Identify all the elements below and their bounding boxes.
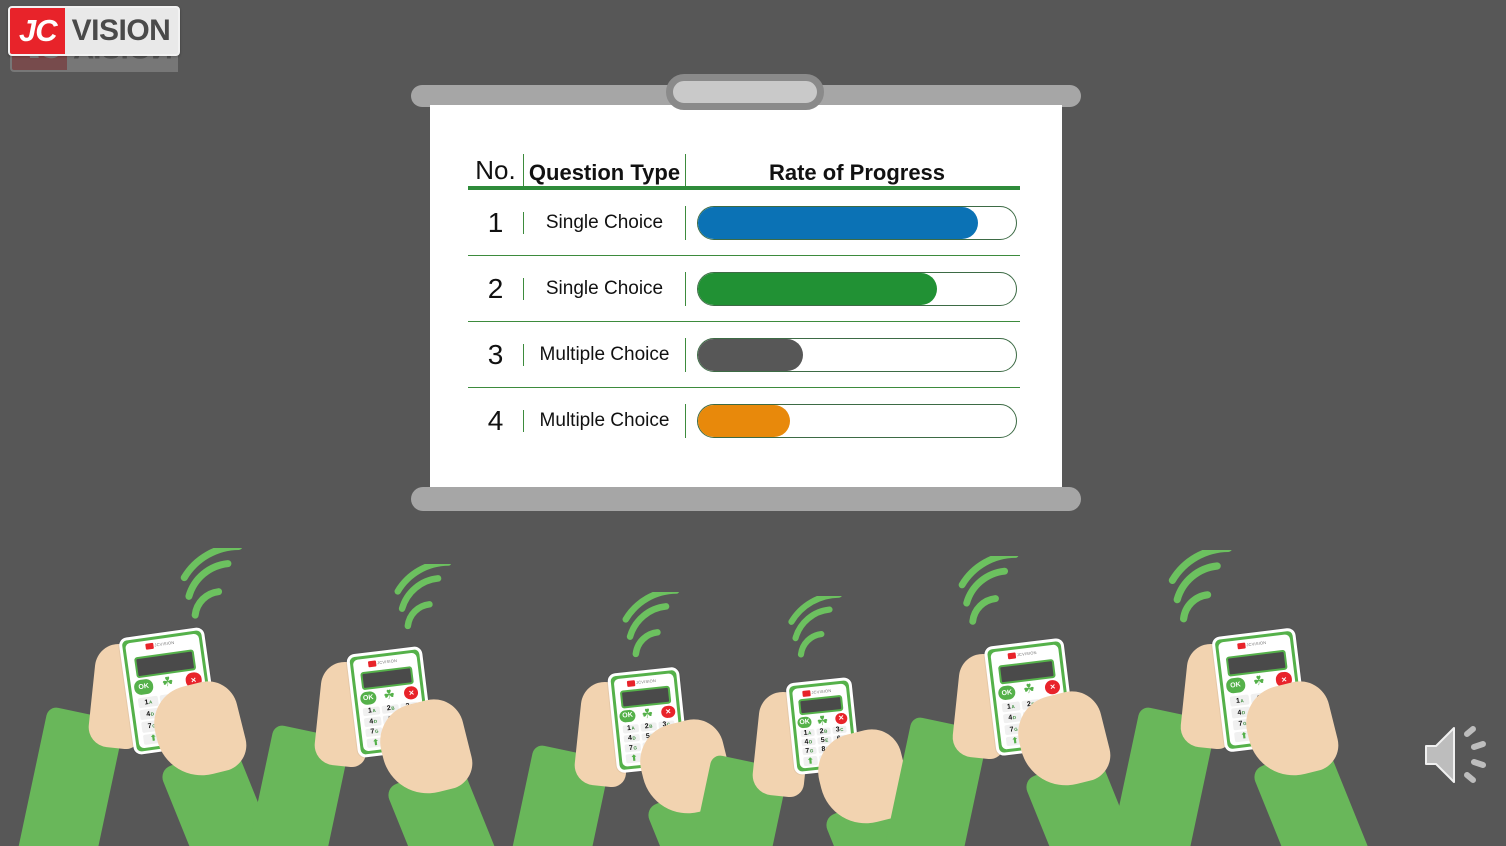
table-row: 2 Single Choice [468, 256, 1020, 321]
leaf-icon: ☘ [640, 705, 654, 722]
device-key[interactable]: 4D [623, 733, 641, 744]
progress-table: No. Question Type Rate of Progress 1 Sin… [468, 150, 1020, 453]
device-cancel-button[interactable]: ✕ [661, 704, 676, 719]
device-brand-logo: JCVISION [1237, 638, 1272, 649]
device-logo-mark [1237, 641, 1246, 649]
logo-wordmark: VISION [71, 14, 171, 47]
progress-bar-track [697, 403, 1017, 438]
row-question-type: Single Choice [545, 277, 664, 299]
device-logo-text: JCVISION [1246, 639, 1267, 648]
device-logo-text: JCVISION [811, 687, 832, 696]
device-ok-button[interactable]: OK [133, 678, 155, 696]
device-key[interactable]: 1A [1229, 694, 1251, 707]
audience-illustration: JCVISIONOK☘✕1A2B3C4D5E6F7G8H9I⬆↵JCVISION… [0, 520, 1506, 846]
logo-reflection: JC VISION [10, 56, 178, 72]
leaf-icon: ☘ [1022, 680, 1036, 697]
device-cancel-button[interactable]: ✕ [403, 685, 420, 701]
device-ok-button[interactable]: OK [997, 685, 1017, 701]
header-question-type: Question Type [528, 160, 681, 185]
device-cancel-button[interactable]: ✕ [834, 712, 848, 725]
progress-bar-fill [698, 272, 937, 305]
row-number: 3 [487, 338, 504, 370]
row-number: 4 [487, 404, 504, 436]
device-logo-text: JCVISION [154, 639, 175, 648]
progress-bar-fill [698, 404, 791, 437]
device-key[interactable]: ⬆ [802, 756, 818, 767]
device-logo-text: JCVISION [635, 677, 657, 686]
progress-bar-fill [698, 338, 803, 371]
device-ok-button[interactable]: OK [619, 708, 637, 723]
signal-waves-icon [956, 556, 1032, 632]
signal-waves-icon [392, 564, 464, 636]
device-key[interactable]: 1A [363, 706, 381, 717]
audio-speaker-icon[interactable] [1420, 718, 1496, 790]
device-logo-mark [367, 659, 377, 667]
progress-bar-track [697, 337, 1017, 372]
logo-reflection-mark: JC [12, 56, 67, 70]
row-number: 2 [487, 272, 504, 304]
device-key[interactable]: 1A [1001, 701, 1021, 713]
logo-reflection-word: VISION [67, 56, 178, 70]
device-logo-mark [1007, 651, 1017, 659]
device-logo-mark [802, 689, 811, 697]
screen-bottom-rail [411, 487, 1081, 511]
device-logo-mark [626, 679, 636, 687]
row-question-type: Multiple Choice [539, 409, 670, 431]
device-key[interactable]: 7G [624, 743, 642, 753]
screen-mount-handle [666, 74, 824, 110]
signal-waves-icon [786, 596, 854, 664]
device-key[interactable]: 1A [800, 729, 815, 738]
leaf-icon: ☘ [1252, 672, 1266, 690]
table-header-row: No. Question Type Rate of Progress [468, 150, 1020, 186]
logo-plate: JC VISION [8, 6, 180, 56]
device-brand-logo: JCVISION [1007, 648, 1042, 659]
header-rate-of-progress: Rate of Progress [768, 160, 946, 185]
device-key[interactable]: 4D [364, 716, 383, 727]
device-key[interactable]: 1A [622, 723, 640, 734]
table-row: 1 Single Choice [468, 190, 1020, 255]
device-brand-logo: JCVISION [367, 656, 403, 667]
device-brand-logo: JCVISION [626, 676, 662, 687]
device-logo-text: JCVISION [376, 657, 398, 666]
device-key[interactable]: 3C [832, 725, 848, 735]
signal-waves-icon [620, 592, 692, 664]
device-logo-mark [145, 642, 154, 650]
brand-logo: JC VISION JC VISION [8, 6, 180, 72]
row-question-type: Multiple Choice [539, 343, 670, 365]
logo-mark: JC [10, 8, 65, 54]
table-row: 3 Multiple Choice [468, 322, 1020, 387]
device-key[interactable]: 2B [816, 727, 831, 737]
signal-waves-icon [178, 548, 256, 626]
row-question-type: Single Choice [545, 211, 664, 233]
device-logo-text: JCVISION [1016, 649, 1037, 658]
progress-bar-fill [698, 206, 978, 239]
device-brand-logo: JCVISION [145, 638, 180, 650]
device-ok-button[interactable]: OK [359, 690, 378, 706]
device-ok-button[interactable]: OK [1225, 677, 1246, 695]
device-key[interactable]: 7G [802, 747, 817, 756]
leaf-icon: ☘ [382, 686, 396, 703]
progress-bar-track [697, 205, 1017, 240]
row-number: 1 [487, 206, 504, 238]
signal-waves-icon [1166, 550, 1246, 630]
device-ok-button[interactable]: OK [797, 715, 813, 729]
header-no: No. [475, 155, 516, 185]
device-key[interactable]: 4D [801, 738, 816, 747]
progress-bar-track [697, 271, 1017, 306]
table-row: 4 Multiple Choice [468, 388, 1020, 453]
device-key[interactable]: 1A [137, 695, 160, 709]
